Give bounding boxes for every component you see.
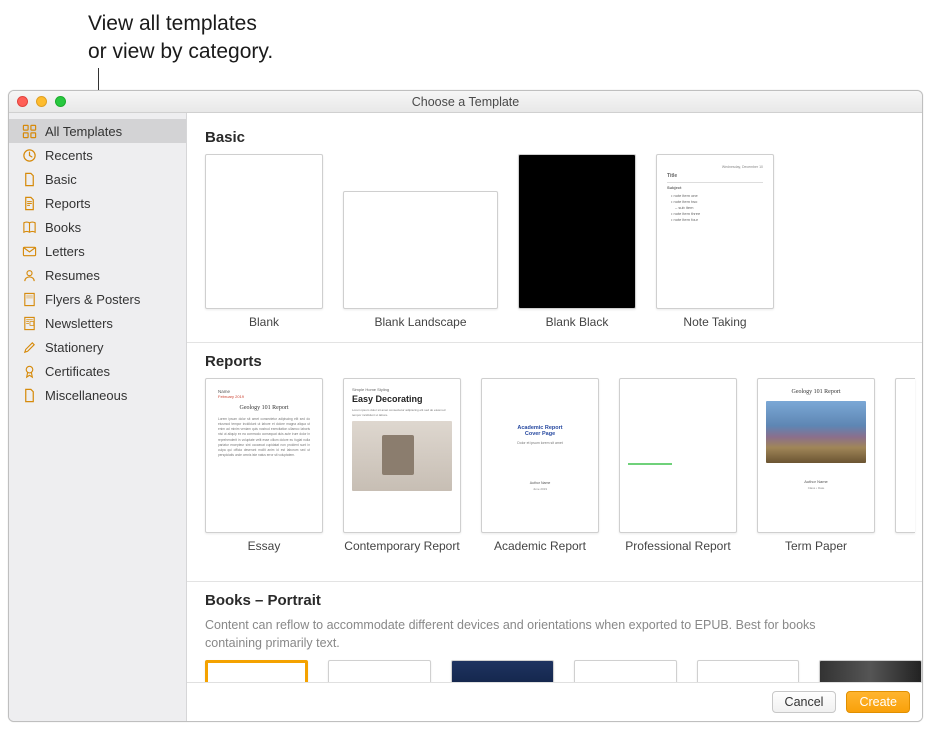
dialog-footer: Cancel Create	[187, 682, 922, 721]
section-title-basic: Basic	[205, 129, 922, 146]
sidebar-item-label: Recents	[45, 148, 93, 163]
template-label: Blank Black	[518, 315, 636, 330]
template-book-1[interactable]	[205, 660, 308, 682]
template-blank-black[interactable]: Blank Black	[518, 154, 636, 330]
section-divider	[187, 581, 922, 582]
person-icon	[21, 267, 37, 283]
template-thumbnail: Simple Home Styling Easy Decorating Lore…	[343, 378, 461, 533]
template-thumbnail: Wednesday, December 10 Title Subject • n…	[656, 154, 774, 309]
callout-text: View all templates or view by category.	[88, 10, 273, 67]
cancel-button[interactable]: Cancel	[772, 691, 837, 713]
template-professional-report[interactable]: BUSINESS REPORT — JUNE MONTHLY REPORT Pr…	[619, 378, 737, 569]
template-label: Note Taking	[656, 315, 774, 330]
titlebar: Choose a Template	[9, 91, 922, 113]
category-sidebar: All Templates Recents Basic Reports	[9, 113, 187, 721]
page-icon	[21, 315, 37, 331]
sidebar-item-basic[interactable]: Basic	[9, 167, 186, 191]
section-title-reports: Reports	[205, 353, 922, 370]
sidebar-item-resumes[interactable]: Resumes	[9, 263, 186, 287]
template-label: Contemporary Report	[343, 539, 461, 569]
template-label: Professional Report	[619, 539, 737, 569]
template-book-5[interactable]	[697, 660, 800, 682]
template-book-4[interactable]	[574, 660, 677, 682]
sidebar-item-recents[interactable]: Recents	[9, 143, 186, 167]
template-term-paper[interactable]: Geology 101 Report Author Name Class • D…	[757, 378, 875, 569]
sidebar-item-label: Flyers & Posters	[45, 292, 140, 307]
template-thumbnail	[205, 154, 323, 309]
sidebar-item-books[interactable]: Books	[9, 215, 186, 239]
window-title: Choose a Template	[9, 95, 922, 109]
template-blank-landscape[interactable]: Blank Landscape	[343, 154, 498, 330]
sidebar-item-label: Miscellaneous	[45, 388, 127, 403]
template-thumbnail	[518, 154, 636, 309]
book-icon	[21, 219, 37, 235]
template-chooser-window: Choose a Template All Templates Recents	[8, 90, 923, 722]
page-icon	[21, 291, 37, 307]
sidebar-item-label: Books	[45, 220, 81, 235]
template-academic-report[interactable]: Academic Report Cover Page Dolor et ipsu…	[481, 378, 599, 569]
template-gallery: Basic Blank Blank Landscape Blank Black	[187, 113, 922, 721]
page-icon	[21, 195, 37, 211]
template-peek-next[interactable]	[895, 378, 915, 569]
section-subtitle-books: Content can reflow to accommodate differ…	[205, 617, 845, 652]
sidebar-item-label: Reports	[45, 196, 91, 211]
section-title-books: Books – Portrait	[205, 592, 922, 609]
sidebar-item-letters[interactable]: Letters	[9, 239, 186, 263]
sidebar-item-reports[interactable]: Reports	[9, 191, 186, 215]
sidebar-item-label: Certificates	[45, 364, 110, 379]
template-thumbnail: Geology 101 Report Author Name Class • D…	[757, 378, 875, 533]
envelope-icon	[21, 243, 37, 259]
template-thumbnail	[343, 191, 498, 309]
template-label: Essay	[205, 539, 323, 569]
sidebar-item-certificates[interactable]: Certificates	[9, 359, 186, 383]
template-label: Term Paper	[757, 539, 875, 569]
clock-icon	[21, 147, 37, 163]
template-essay[interactable]: Name February 2019 Geology 101 Report Lo…	[205, 378, 323, 569]
create-button[interactable]: Create	[846, 691, 910, 713]
sidebar-item-miscellaneous[interactable]: Miscellaneous	[9, 383, 186, 407]
sidebar-item-label: Newsletters	[45, 316, 113, 331]
template-book-6[interactable]	[819, 660, 922, 682]
sidebar-item-label: Resumes	[45, 268, 100, 283]
page-icon	[21, 387, 37, 403]
template-label: Blank	[205, 315, 323, 330]
page-icon	[21, 171, 37, 187]
sidebar-item-newsletters[interactable]: Newsletters	[9, 311, 186, 335]
sidebar-item-label: All Templates	[45, 124, 122, 139]
template-note-taking[interactable]: Wednesday, December 10 Title Subject • n…	[656, 154, 774, 330]
sidebar-item-label: Stationery	[45, 340, 104, 355]
template-book-2[interactable]	[328, 660, 431, 682]
sidebar-item-stationery[interactable]: Stationery	[9, 335, 186, 359]
sidebar-item-label: Basic	[45, 172, 77, 187]
sidebar-item-all-templates[interactable]: All Templates	[9, 119, 186, 143]
grid-icon	[21, 123, 37, 139]
pen-icon	[21, 339, 37, 355]
template-thumbnail: Academic Report Cover Page Dolor et ipsu…	[481, 378, 599, 533]
template-thumbnail	[895, 378, 915, 533]
sidebar-item-label: Letters	[45, 244, 85, 259]
template-label: Academic Report	[481, 539, 599, 569]
template-label: Blank Landscape	[343, 315, 498, 330]
template-thumbnail: BUSINESS REPORT — JUNE MONTHLY REPORT	[619, 378, 737, 533]
sidebar-item-flyers-posters[interactable]: Flyers & Posters	[9, 287, 186, 311]
section-divider	[187, 342, 922, 343]
template-thumbnail: Name February 2019 Geology 101 Report Lo…	[205, 378, 323, 533]
ribbon-icon	[21, 363, 37, 379]
template-contemporary-report[interactable]: Simple Home Styling Easy Decorating Lore…	[343, 378, 461, 569]
template-blank[interactable]: Blank	[205, 154, 323, 330]
template-book-3[interactable]	[451, 660, 554, 682]
